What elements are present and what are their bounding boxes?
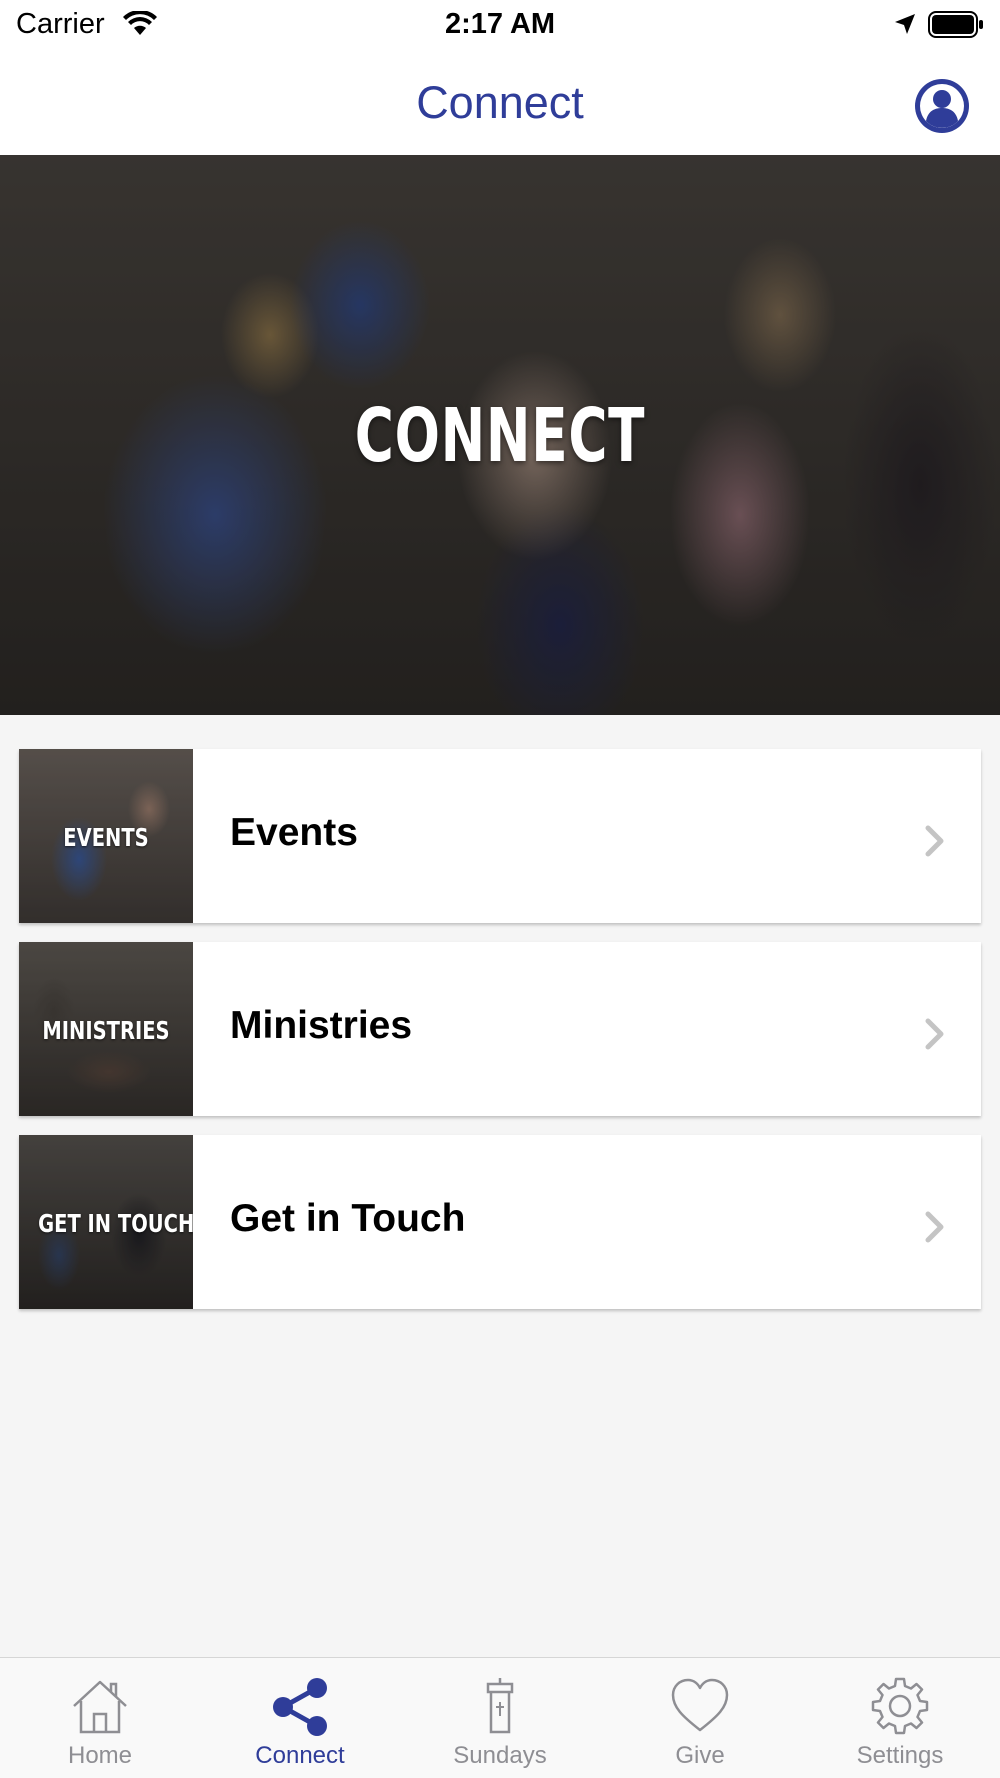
list-item-label: Events xyxy=(230,811,358,854)
tab-label: Home xyxy=(67,1742,133,1769)
chevron-right-icon xyxy=(925,1211,944,1243)
thumbnail-label: MINISTRIES xyxy=(42,1016,170,1045)
location-arrow-icon xyxy=(895,14,915,34)
tab-settings[interactable]: Settings xyxy=(800,1658,1000,1778)
thumbnail-label: GET IN TOUCH xyxy=(38,1209,193,1238)
chevron-right-icon xyxy=(925,825,944,857)
list-item-events[interactable]: EVENTS Events xyxy=(19,749,981,923)
get-in-touch-thumbnail: GET IN TOUCH xyxy=(19,1135,193,1309)
chevron-right-icon xyxy=(925,1018,944,1050)
events-thumbnail: EVENTS xyxy=(19,749,193,923)
list-item-get-in-touch[interactable]: GET IN TOUCH Get in Touch xyxy=(19,1135,981,1309)
tab-label: Connect xyxy=(255,1742,345,1769)
tab-give[interactable]: Give xyxy=(600,1658,800,1778)
heart-icon xyxy=(671,1678,729,1732)
status-bar: Carrier 2:17 AM xyxy=(0,0,1000,50)
tab-sundays[interactable]: Sundays xyxy=(400,1658,600,1778)
nav-bar: Connect xyxy=(0,50,1000,155)
status-time: 2:17 AM xyxy=(444,8,556,40)
thumbnail-label: EVENTS xyxy=(63,823,149,852)
list-item-ministries[interactable]: MINISTRIES Ministries xyxy=(19,942,981,1116)
house-icon xyxy=(73,1680,127,1734)
tab-label: Give xyxy=(675,1742,725,1769)
page-title: Connect xyxy=(416,77,584,128)
tab-label: Settings xyxy=(856,1742,944,1769)
gear-icon xyxy=(871,1677,929,1735)
hero-banner: CONNECT xyxy=(0,155,1000,715)
list-item-label: Get in Touch xyxy=(230,1197,466,1240)
profile-icon[interactable] xyxy=(914,78,970,134)
tab-connect[interactable]: Connect xyxy=(200,1658,400,1778)
share-icon xyxy=(273,1678,327,1736)
ministries-thumbnail: MINISTRIES xyxy=(19,942,193,1116)
tab-label: Sundays xyxy=(453,1742,547,1769)
battery-icon xyxy=(928,11,983,38)
pulpit-icon xyxy=(486,1678,514,1734)
hero-title: CONNECT xyxy=(354,393,646,479)
tab-home[interactable]: Home xyxy=(0,1658,200,1778)
list-item-label: Ministries xyxy=(230,1004,413,1047)
tab-bar: Home Connect Sundays Give Settings xyxy=(0,1657,1000,1778)
